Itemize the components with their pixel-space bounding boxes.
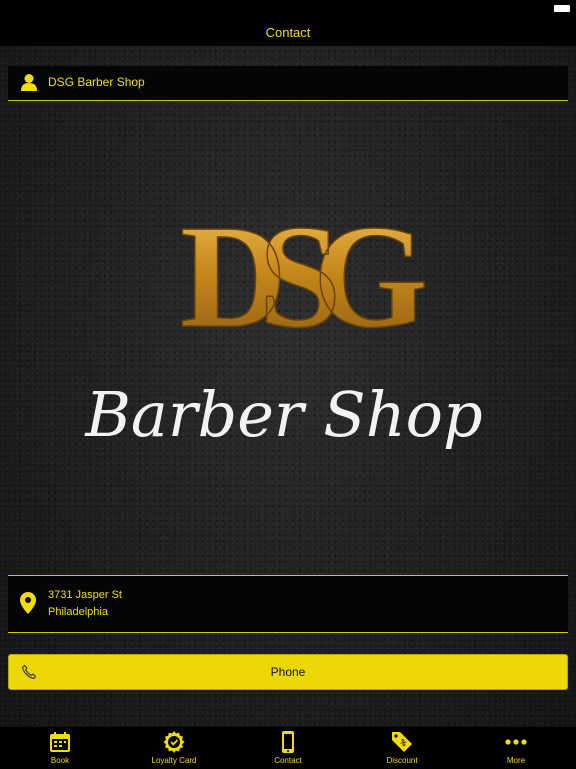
address-line-1: 3731 Jasper St <box>48 589 122 601</box>
more-dots-icon <box>505 739 527 745</box>
business-name-row: DSG Barber Shop <box>8 66 568 101</box>
phone-button[interactable]: Phone <box>8 654 568 690</box>
business-name: DSG Barber Shop <box>48 75 145 89</box>
tab-loyalty-card[interactable]: Loyalty Card <box>134 727 214 769</box>
logo-monogram: DSG <box>180 195 425 359</box>
tab-more[interactable]: More <box>476 727 556 769</box>
badge-icon <box>163 731 185 753</box>
tab-discount-label: Discount <box>386 756 418 765</box>
logo-script: Barber Shop <box>84 378 482 451</box>
discount-tag-icon: % <box>392 732 412 752</box>
phone-button-label: Phone <box>270 665 306 679</box>
tab-loyalty-card-label: Loyalty Card <box>151 756 197 765</box>
tab-more-label: More <box>506 756 526 765</box>
status-bar <box>0 0 576 20</box>
person-icon <box>21 74 37 91</box>
business-logo: DSG Barber Shop <box>84 194 482 451</box>
phone-device-icon <box>282 731 294 753</box>
location-pin-icon <box>20 592 36 614</box>
nav-bar: Contact <box>0 20 576 46</box>
tab-book-label: Book <box>50 756 70 765</box>
tab-book[interactable]: Book <box>20 727 100 769</box>
battery-icon <box>554 5 570 12</box>
page-title: Contact <box>265 25 311 40</box>
tab-discount[interactable]: % Discount <box>362 727 442 769</box>
address-line-2: Philadelphia <box>48 606 108 618</box>
calendar-icon <box>50 732 70 752</box>
tab-contact[interactable]: Contact <box>248 727 328 769</box>
content-area: DSG Barber Shop DSG Barber Shop 3731 Jas… <box>0 46 576 726</box>
tab-bar: Book Loyalty Card Contact % Discount Mor… <box>0 726 576 769</box>
address-row[interactable]: 3731 Jasper St Philadelphia <box>8 575 568 633</box>
tab-contact-label: Contact <box>274 756 302 765</box>
